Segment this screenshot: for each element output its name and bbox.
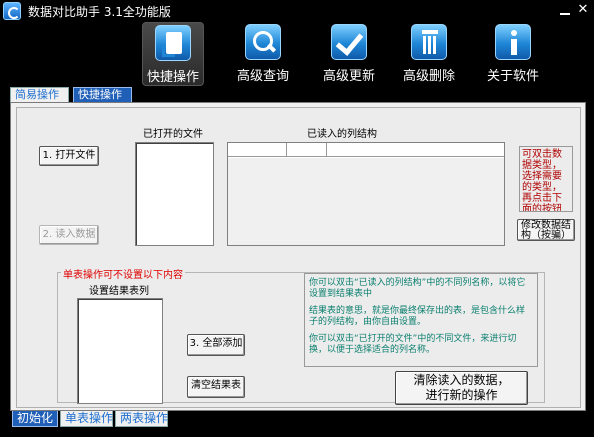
single-table-group-title: 单表操作可不设置以下内容 — [61, 266, 185, 281]
modify-structure-button[interactable]: 修改数据结构（按骗） — [517, 219, 575, 241]
result-columns-label: 设置结果表列 — [89, 286, 149, 297]
tab-two-tables[interactable]: 两表操作 — [115, 411, 168, 427]
instruction-paragraph: 结果表的意思，就是你最终保存出的表，是包含什么样子的列结构，由你自由设置。 — [309, 306, 526, 327]
clear-result-button[interactable]: 清空结果表 — [187, 376, 245, 398]
app-window: 数据对比助手 3.1全功能版 ✕ 快捷操作 高级查询 高级更新 高级删除 关于软… — [0, 0, 594, 437]
result-columns-list[interactable] — [77, 298, 163, 404]
open-file-button[interactable]: 1. 打开文件 — [39, 146, 99, 166]
checkmark-icon — [331, 24, 367, 60]
toolbar-advanced-update-button[interactable]: 高级更新 — [316, 22, 382, 86]
instructions-box: 你可以双击“已读入的列结构”中的不同列名称，以将它设置到结果表中 结果表的意思，… — [304, 273, 538, 367]
main-panel: 1. 打开文件 2. 读入数据 已打开的文件 已读入的列结构 可双击数据类型，选… — [10, 102, 586, 411]
trash-icon — [411, 24, 447, 60]
toolbar-about-button[interactable]: 关于软件 — [482, 22, 544, 86]
opened-files-list[interactable] — [135, 142, 214, 246]
button-line: 清除读入的数据， — [413, 373, 510, 387]
close-button[interactable]: ✕ — [574, 2, 592, 18]
initialize-page: 1. 打开文件 2. 读入数据 已打开的文件 已读入的列结构 可双击数据类型，选… — [16, 107, 581, 408]
grid-header — [228, 143, 504, 157]
grid-divider — [228, 157, 504, 158]
toolbar-label: 高级删除 — [402, 69, 455, 84]
grid-header-cell — [287, 143, 327, 157]
toolbar-label: 关于软件 — [486, 69, 539, 84]
main-toolbar: 快捷操作 高级查询 高级更新 高级删除 关于软件 — [0, 22, 594, 86]
toolbar-quick-operation-button[interactable]: 快捷操作 — [142, 22, 204, 86]
tab-simple-operation[interactable]: 简易操作 — [10, 87, 69, 102]
app-logo-icon — [3, 2, 21, 20]
info-icon — [495, 24, 531, 60]
toolbar-advanced-query-button[interactable]: 高级查询 — [232, 22, 294, 86]
tab-single-table[interactable]: 单表操作 — [60, 411, 113, 427]
button-line: 进行新的操作 — [425, 388, 498, 402]
toolbar-advanced-delete-button[interactable]: 高级删除 — [398, 22, 460, 86]
search-icon — [245, 24, 281, 60]
column-structure-label: 已读入的列结构 — [307, 129, 377, 140]
toolbar-label: 高级查询 — [236, 69, 289, 84]
minimize-button[interactable] — [556, 2, 574, 18]
add-all-button[interactable]: 3. 全部添加 — [187, 334, 245, 356]
tab-quick-operation[interactable]: 快捷操作 — [73, 87, 132, 102]
title-bar: 数据对比助手 3.1全功能版 ✕ — [0, 0, 594, 22]
grid-header-cell — [228, 143, 287, 157]
document-import-icon — [155, 25, 191, 61]
window-title: 数据对比助手 3.1全功能版 — [28, 5, 171, 19]
toolbar-label: 快捷操作 — [146, 70, 199, 85]
modify-type-hint: 可双击数据类型，选择需要的类型，再点击下面的按钮修改 — [519, 146, 573, 212]
read-data-button[interactable]: 2. 读入数据 — [39, 225, 99, 245]
opened-files-label: 已打开的文件 — [143, 129, 203, 140]
instruction-paragraph: 你可以双击“已打开的文件”中的不同文件，来进行切换，以便于选择适合的列名称。 — [309, 334, 517, 355]
clear-loaded-data-button[interactable]: 清除读入的数据， 进行新的操作 — [395, 371, 528, 405]
toolbar-label: 高级更新 — [322, 69, 375, 84]
instruction-paragraph: 你可以双击“已读入的列结构”中的不同列名称，以将它设置到结果表中 — [309, 278, 526, 299]
column-structure-grid[interactable] — [227, 142, 505, 246]
tab-initialize[interactable]: 初始化 — [12, 411, 58, 427]
